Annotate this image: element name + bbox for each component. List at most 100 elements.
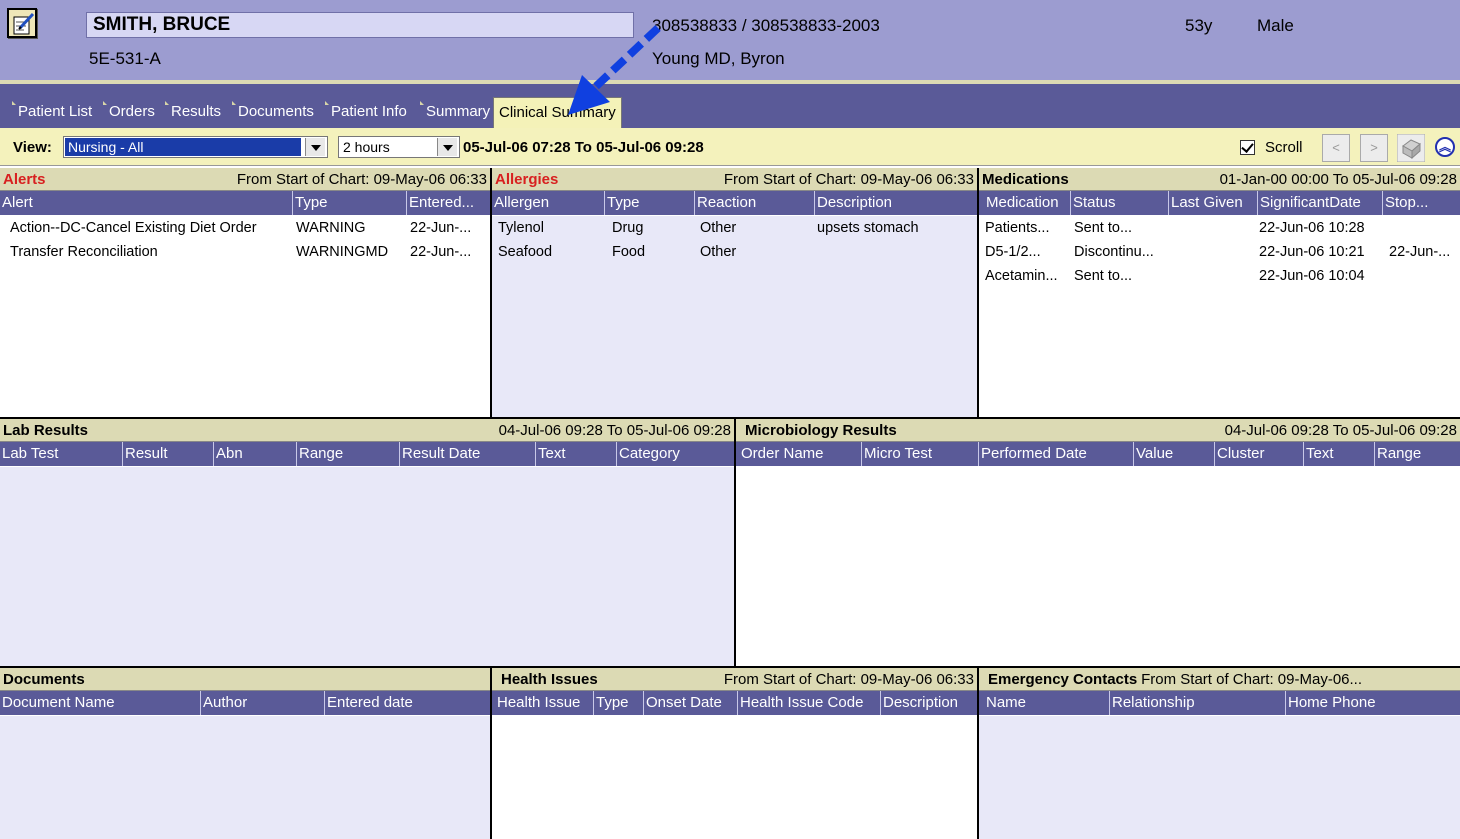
- lab-results-panel: Lab Results 04-Jul-06 09:28 To 05-Jul-06…: [0, 419, 736, 668]
- patient-name-field[interactable]: SMITH, BRUCE: [86, 12, 634, 38]
- table-row[interactable]: Transfer Reconciliation WARNINGMD 22-Jun…: [0, 240, 490, 264]
- col-medication[interactable]: Medication: [984, 191, 1059, 215]
- lab-results-title: Lab Results: [3, 422, 89, 439]
- col-range[interactable]: Range: [296, 442, 343, 466]
- table-row[interactable]: D5-1/2... Discontinu... 22-Jun-06 10:21 …: [979, 240, 1460, 264]
- col-result-date[interactable]: Result Date: [399, 442, 480, 466]
- col-value[interactable]: Value: [1133, 442, 1173, 466]
- table-row[interactable]: Patients... Sent to... 22-Jun-06 10:28: [979, 216, 1460, 240]
- col-last-given[interactable]: Last Given: [1168, 191, 1243, 215]
- medications-list: Patients... Sent to... 22-Jun-06 10:28 D…: [979, 216, 1460, 417]
- view-dropdown-value: Nursing - All: [65, 138, 301, 156]
- col-micro-test[interactable]: Micro Test: [861, 442, 932, 466]
- col-reaction[interactable]: Reaction: [694, 191, 756, 215]
- tab-results[interactable]: Results: [165, 99, 221, 125]
- view-dropdown-chevron-down-icon[interactable]: [305, 138, 325, 156]
- col-type[interactable]: Type: [604, 191, 640, 215]
- documents-panel: Documents Document Name Author Entered d…: [0, 668, 492, 839]
- table-row[interactable]: Seafood Food Other: [492, 240, 977, 264]
- col-type[interactable]: Type: [593, 691, 629, 715]
- col-abn[interactable]: Abn: [213, 442, 243, 466]
- medication-significant-date: 22-Jun-06 10:21: [1259, 244, 1365, 260]
- allergy-reaction: Other: [700, 244, 737, 260]
- alerts-title-bar: Alerts From Start of Chart: 09-May-06 06…: [0, 168, 490, 191]
- emergency-contacts-panel: Emergency Contacts From Start of Chart: …: [979, 668, 1460, 839]
- medication-name: Acetamin...: [985, 268, 1058, 284]
- col-health-issue-code[interactable]: Health Issue Code: [737, 691, 863, 715]
- col-lab-test[interactable]: Lab Test: [0, 442, 58, 466]
- medication-significant-date: 22-Jun-06 10:28: [1259, 220, 1365, 236]
- tab-bar: Patient List Orders Results Documents Pa…: [0, 84, 1460, 128]
- alert-entered: 22-Jun-...: [410, 220, 472, 236]
- col-performed-date[interactable]: Performed Date: [978, 442, 1087, 466]
- tab-documents[interactable]: Documents: [232, 99, 314, 125]
- allergies-column-header: Allergen Type Reaction Description: [492, 191, 977, 215]
- allergies-title: Allergies: [495, 171, 559, 188]
- col-stop[interactable]: Stop...: [1382, 191, 1428, 215]
- medication-status: Sent to...: [1074, 268, 1133, 284]
- scroll-label: Scroll: [1265, 139, 1303, 156]
- col-description[interactable]: Description: [880, 691, 958, 715]
- tab-patient-info[interactable]: Patient Info: [325, 99, 407, 125]
- hours-dropdown-chevron-down-icon[interactable]: [437, 138, 457, 156]
- col-status[interactable]: Status: [1070, 191, 1116, 215]
- micro-results-panel: Microbiology Results 04-Jul-06 09:28 To …: [736, 419, 1460, 668]
- edit-note-icon[interactable]: [7, 8, 37, 38]
- col-home-phone[interactable]: Home Phone: [1285, 691, 1376, 715]
- allergy-type: Drug: [612, 220, 644, 236]
- col-text[interactable]: Text: [535, 442, 566, 466]
- collapse-double-chevron-up-icon[interactable]: ︽: [1435, 137, 1455, 157]
- col-category[interactable]: Category: [616, 442, 680, 466]
- allergen: Seafood: [498, 244, 553, 260]
- table-row[interactable]: Tylenol Drug Other upsets stomach: [492, 216, 977, 240]
- view-dropdown[interactable]: Nursing - All: [63, 136, 328, 158]
- col-author[interactable]: Author: [200, 691, 247, 715]
- alerts-list: Action--DC-Cancel Existing Diet Order WA…: [0, 216, 490, 417]
- tab-patient-list[interactable]: Patient List: [12, 99, 92, 125]
- scroll-checkbox[interactable]: [1240, 140, 1255, 155]
- micro-results-title: Microbiology Results: [745, 422, 897, 439]
- emergency-contacts-list: [979, 716, 1460, 839]
- col-cluster[interactable]: Cluster: [1214, 442, 1265, 466]
- col-entered-date[interactable]: Entered date: [324, 691, 413, 715]
- hours-dropdown[interactable]: 2 hours: [338, 136, 460, 158]
- col-description[interactable]: Description: [814, 191, 892, 215]
- view-toolbar: View: Nursing - All 2 hours 05-Jul-06 07…: [0, 128, 1460, 166]
- medication-status: Discontinu...: [1074, 244, 1154, 260]
- col-text[interactable]: Text: [1303, 442, 1334, 466]
- col-health-issue[interactable]: Health Issue: [495, 691, 580, 715]
- documents-title-bar: Documents: [0, 668, 490, 691]
- tab-orders[interactable]: Orders: [103, 99, 155, 125]
- next-button[interactable]: >: [1360, 134, 1388, 162]
- table-row[interactable]: Acetamin... Sent to... 22-Jun-06 10:04: [979, 264, 1460, 288]
- col-result[interactable]: Result: [122, 442, 168, 466]
- col-allergen[interactable]: Allergen: [492, 191, 549, 215]
- col-document-name[interactable]: Document Name: [0, 691, 115, 715]
- table-row[interactable]: Action--DC-Cancel Existing Diet Order WA…: [0, 216, 490, 240]
- col-order-name[interactable]: Order Name: [739, 442, 824, 466]
- lab-results-column-header: Lab Test Result Abn Range Result Date Te…: [0, 442, 734, 466]
- patient-mrn: 308538833 / 308538833-2003: [652, 16, 880, 35]
- micro-results-range: 04-Jul-06 09:28 To 05-Jul-06 09:28: [1224, 422, 1457, 439]
- col-type[interactable]: Type: [292, 191, 328, 215]
- col-range[interactable]: Range: [1374, 442, 1421, 466]
- col-onset-date[interactable]: Onset Date: [643, 691, 722, 715]
- print-icon[interactable]: [1397, 134, 1425, 162]
- health-issues-range: From Start of Chart: 09-May-06 06:33: [723, 671, 974, 688]
- allergies-panel: Allergies From Start of Chart: 09-May-06…: [492, 168, 979, 419]
- medication-status: Sent to...: [1074, 220, 1133, 236]
- tab-summary[interactable]: Summary: [420, 99, 490, 125]
- hours-dropdown-value: 2 hours: [343, 139, 390, 155]
- col-alert[interactable]: Alert: [0, 191, 33, 215]
- medication-name: Patients...: [985, 220, 1050, 236]
- alert-name: Transfer Reconciliation: [10, 244, 158, 260]
- col-relationship[interactable]: Relationship: [1109, 691, 1195, 715]
- health-issues-panel: Health Issues From Start of Chart: 09-Ma…: [492, 668, 979, 839]
- col-significant-date[interactable]: SignificantDate: [1257, 191, 1361, 215]
- prev-button[interactable]: <: [1322, 134, 1350, 162]
- patient-banner: SMITH, BRUCE 5E-531-A 308538833 / 308538…: [0, 0, 1460, 80]
- patient-age: 53y: [1185, 16, 1213, 35]
- health-issues-title-bar: Health Issues From Start of Chart: 09-Ma…: [492, 668, 977, 691]
- col-name[interactable]: Name: [984, 691, 1026, 715]
- col-entered[interactable]: Entered...: [406, 191, 474, 215]
